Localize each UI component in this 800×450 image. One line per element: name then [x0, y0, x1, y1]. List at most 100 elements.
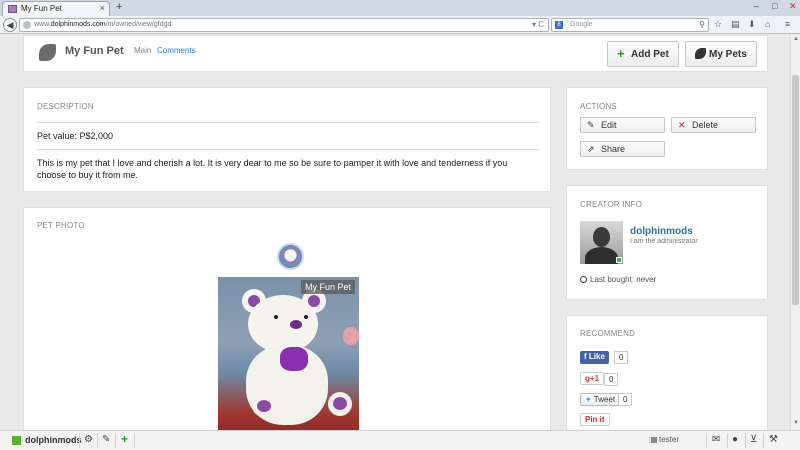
separator: [763, 433, 764, 448]
plus-icon: +: [617, 46, 625, 61]
add-pet-button[interactable]: + Add Pet: [607, 41, 679, 67]
delete-button[interactable]: ✕ Delete: [671, 117, 756, 133]
description-panel: DESCRIPTION Pet value: P$2,000 This is m…: [23, 87, 551, 192]
scroll-down-icon[interactable]: ▼: [792, 420, 800, 428]
share-button[interactable]: ⇗ Share: [580, 141, 665, 157]
clock-icon: [580, 276, 587, 283]
site-favicon-icon: [8, 5, 17, 13]
separator: [79, 433, 80, 448]
share-icon: ⇗: [587, 144, 595, 154]
divider: [37, 149, 539, 150]
cart-icon[interactable]: ⊻: [750, 434, 757, 445]
recommend-panel: RECOMMEND f Like 0 g+1 0 ✦ Tweet 0 Pin i…: [566, 315, 768, 430]
scroll-up-icon[interactable]: ▲: [792, 36, 800, 44]
bookmark-star-icon[interactable]: ☆: [714, 19, 722, 30]
add-pet-label: Add Pet: [631, 49, 669, 60]
facebook-like-count: 0: [614, 351, 629, 364]
menu-icon[interactable]: ≡: [785, 19, 790, 29]
separator: [727, 433, 728, 448]
page-viewport: My Fun Pet Main Comments + Add Pet My Pe…: [0, 35, 790, 430]
user-icon[interactable]: ●: [732, 434, 738, 445]
delete-x-icon: ✕: [678, 120, 686, 130]
separator: [115, 433, 116, 448]
actions-heading: ACTIONS: [580, 102, 617, 111]
edit-label: Edit: [601, 120, 617, 130]
tweet-count: 0: [618, 393, 633, 406]
bottom-toolbar: dolphinmods ⚙ ✎ + tester ✉ ● ⊻ ⚒: [0, 430, 800, 450]
actions-panel: ACTIONS ✎ Edit ✕ Delete ⇗ Share: [566, 87, 768, 170]
pet-thumbnail[interactable]: [277, 243, 304, 270]
browser-navbar: ◀ www.dolphinmods.com/m/owned/view/gfdgd…: [0, 16, 800, 34]
url-text: www.dolphinmods.com/m/owned/view/gfdgd: [34, 21, 172, 28]
search-icon[interactable]: ⚲: [699, 20, 705, 29]
plus-icon[interactable]: +: [121, 432, 128, 446]
separator: [745, 433, 746, 448]
browser-tab[interactable]: My Fun Pet ×: [2, 1, 110, 16]
leaf-logo-icon[interactable]: [39, 44, 56, 61]
separator: [97, 433, 98, 448]
my-pets-button[interactable]: My Pets: [685, 41, 757, 67]
pet-photo-panel: PET PHOTO My Fun Pet: [23, 207, 551, 430]
compose-icon[interactable]: ✎: [102, 434, 110, 445]
share-label: Share: [601, 144, 626, 154]
tab-title: My Fun Pet: [21, 4, 62, 13]
leaf-icon: [695, 48, 706, 59]
nav-comments-link[interactable]: Comments: [157, 46, 196, 55]
facebook-icon: f: [584, 352, 587, 361]
tweet-button[interactable]: ✦ Tweet: [580, 393, 621, 406]
online-status-icon: [616, 257, 622, 263]
separator: [706, 433, 707, 448]
creator-name-link[interactable]: dolphinmods: [630, 226, 693, 237]
download-icon[interactable]: ⬇: [748, 19, 756, 30]
google-plus-count: 0: [604, 373, 619, 386]
avatar[interactable]: [580, 221, 623, 264]
facebook-like-button[interactable]: f Like: [580, 351, 609, 364]
bottom-username[interactable]: dolphinmods: [25, 435, 82, 445]
pet-value: Pet value: P$2,000: [37, 131, 114, 141]
creator-heading: CREATOR INFO: [580, 200, 643, 209]
back-arrow-icon[interactable]: ◀: [3, 18, 17, 32]
new-tab-button[interactable]: +: [116, 1, 122, 13]
pinterest-button[interactable]: Pin it: [580, 413, 610, 426]
separator: [134, 433, 135, 448]
minimize-icon[interactable]: –: [754, 1, 759, 11]
globe-icon: [23, 21, 31, 29]
clipboard-icon[interactable]: ▤: [731, 19, 740, 30]
page-scrollbar[interactable]: ▲ ▼: [790, 35, 800, 430]
browser-tabbar: My Fun Pet × + – □ ✕: [0, 0, 800, 16]
tester-label[interactable]: tester: [659, 435, 679, 444]
delete-label: Delete: [692, 120, 719, 130]
description-text: This is my pet that I love and cherish a…: [37, 158, 508, 180]
recommend-heading: RECOMMEND: [580, 329, 636, 338]
google-plus-button[interactable]: g+1: [580, 372, 605, 385]
edit-icon: ✎: [587, 120, 595, 130]
site-header: My Fun Pet Main Comments + Add Pet My Pe…: [23, 35, 768, 72]
my-pets-label: My Pets: [709, 49, 747, 60]
scroll-thumb[interactable]: [792, 75, 799, 305]
twitter-bird-icon: ✦: [585, 395, 592, 404]
search-engine-icon[interactable]: 8: [555, 21, 563, 29]
gear-icon[interactable]: ⚙: [84, 434, 93, 445]
site-title[interactable]: My Fun Pet: [65, 45, 124, 57]
url-bar[interactable]: www.dolphinmods.com/m/owned/view/gfdgd ▾…: [19, 18, 549, 32]
pet-photo-heading: PET PHOTO: [37, 221, 85, 230]
nav-main-link[interactable]: Main: [134, 46, 151, 55]
photo-caption: My Fun Pet: [301, 280, 356, 294]
creator-info-panel: CREATOR INFO dolphinmods I am the admini…: [566, 185, 768, 300]
mail-icon[interactable]: ✉: [712, 434, 720, 445]
tab-close-icon[interactable]: ×: [100, 3, 105, 13]
edit-button[interactable]: ✎ Edit: [580, 117, 665, 133]
description-heading: DESCRIPTION: [37, 102, 94, 111]
wrench-icon[interactable]: ⚒: [769, 434, 778, 445]
tester-status-icon: [651, 437, 657, 443]
search-bar[interactable]: 8 Google ⚲: [551, 18, 709, 32]
home-icon[interactable]: ⌂: [765, 19, 770, 29]
maximize-icon[interactable]: □: [772, 1, 777, 11]
user-status-icon: [12, 436, 21, 445]
divider: [37, 122, 539, 123]
search-placeholder: Google: [570, 21, 593, 28]
window-close-icon[interactable]: ✕: [789, 1, 797, 12]
pet-photo-image[interactable]: [218, 277, 359, 430]
creator-subtitle: I am the administrator: [630, 238, 698, 245]
reload-icon[interactable]: ▾ C: [532, 20, 544, 29]
